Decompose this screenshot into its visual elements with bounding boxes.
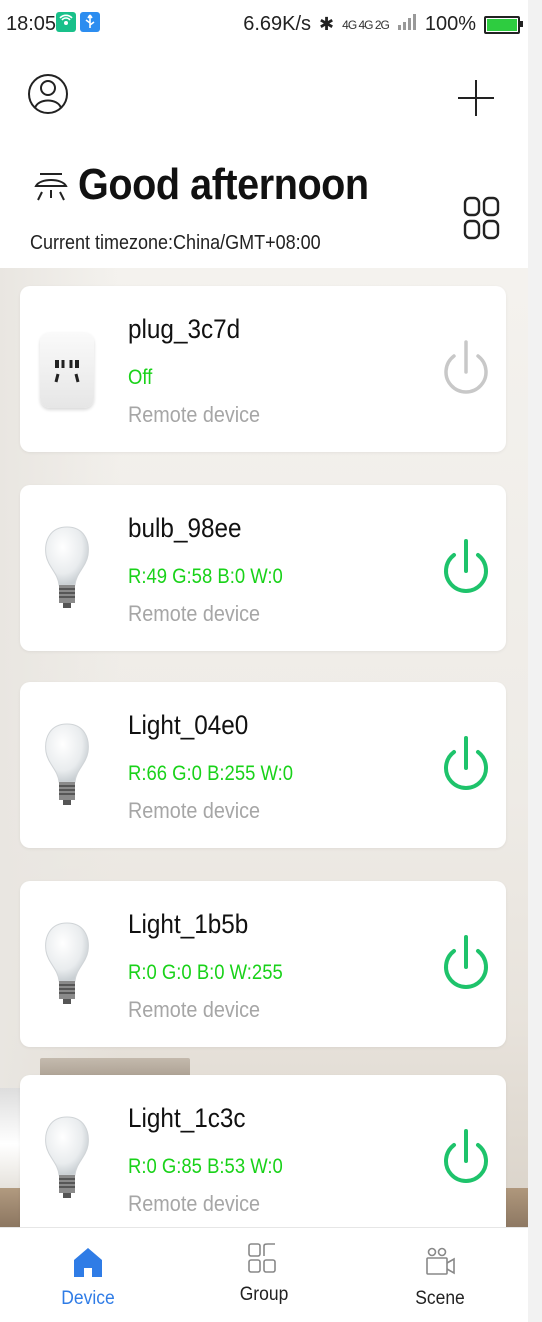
device-card[interactable]: Light_1b5b R:0 G:0 B:0 W:255 Remote devi…: [20, 881, 506, 1047]
power-toggle-button[interactable]: [438, 929, 494, 1001]
bulb-icon: [38, 523, 96, 611]
net-speed: 6.69K/s: [243, 13, 312, 35]
wifi-hotspot-icon: [56, 12, 76, 32]
device-state: R:66 G:0 B:255 W:0: [128, 762, 294, 785]
nav-label-device: Device: [61, 1288, 115, 1309]
device-location: Remote device: [128, 997, 261, 1022]
nav-tab-group[interactable]: Group: [176, 1228, 352, 1322]
device-card[interactable]: plug_3c7d Off Remote device: [20, 286, 506, 452]
status-time: 18:05: [6, 13, 57, 35]
battery-percent: 100%: [424, 13, 476, 35]
greeting-title: Good afternoon: [78, 160, 369, 209]
device-name: Light_1c3c: [128, 1103, 246, 1133]
bulb-icon: [38, 919, 96, 1007]
power-toggle-button[interactable]: [438, 730, 494, 802]
device-location: Remote device: [128, 798, 261, 823]
nav-tab-device[interactable]: Device: [0, 1228, 176, 1322]
signal-icon: [397, 13, 417, 36]
scrollbar[interactable]: [528, 0, 542, 1322]
plug-icon: [40, 332, 94, 408]
device-card[interactable]: bulb_98ee R:49 G:58 B:0 W:0 Remote devic…: [20, 485, 506, 651]
device-state: R:0 G:85 B:53 W:0: [128, 1155, 283, 1178]
usb-icon: [80, 12, 100, 32]
device-card[interactable]: Light_1c3c R:0 G:85 B:53 W:0 Remote devi…: [20, 1075, 506, 1241]
bulb-icon: [38, 720, 96, 808]
bluetooth-icon: ✱: [319, 14, 335, 34]
lamp-icon: [30, 168, 72, 210]
device-name: Light_04e0: [128, 710, 249, 740]
device-name: bulb_98ee: [128, 513, 242, 543]
add-device-button[interactable]: [456, 78, 496, 118]
scene-icon: [422, 1244, 458, 1280]
status-right: 6.69K/s ✱ 4G 4G 2G 100%: [243, 13, 523, 36]
nav-label-scene: Scene: [415, 1288, 465, 1309]
device-location: Remote device: [128, 1191, 261, 1216]
home-icon: [70, 1244, 106, 1280]
status-bar: 18:05 6.69K/s ✱ 4G 4G 2G 100%: [0, 0, 528, 50]
device-card[interactable]: Light_04e0 R:66 G:0 B:255 W:0 Remote dev…: [20, 682, 506, 848]
group-grid-icon: [244, 1240, 280, 1276]
device-state: Off: [128, 366, 153, 389]
user-avatar-button[interactable]: [28, 68, 68, 118]
nav-label-group: Group: [239, 1284, 289, 1305]
signal-text: 4G 4G 2G: [342, 17, 390, 32]
grid-view-icon[interactable]: [463, 196, 501, 242]
bulb-icon: [38, 1113, 96, 1201]
power-toggle-button[interactable]: [438, 1123, 494, 1195]
app-screen: 18:05 6.69K/s ✱ 4G 4G 2G 100% Good after…: [0, 0, 528, 1322]
power-toggle-button[interactable]: [438, 334, 494, 406]
bottom-nav: Device Group Scene: [0, 1227, 528, 1322]
device-name: plug_3c7d: [128, 314, 241, 344]
device-location: Remote device: [128, 601, 261, 626]
power-toggle-button[interactable]: [438, 533, 494, 605]
device-location: Remote device: [128, 402, 261, 427]
battery-icon: [484, 15, 523, 34]
device-state: R:0 G:0 B:0 W:255: [128, 961, 283, 984]
device-state: R:49 G:58 B:0 W:0: [128, 565, 283, 588]
timezone-label: Current timezone:China/GMT+08:00: [30, 232, 321, 254]
device-name: Light_1b5b: [128, 909, 249, 939]
nav-tab-scene[interactable]: Scene: [352, 1228, 528, 1322]
